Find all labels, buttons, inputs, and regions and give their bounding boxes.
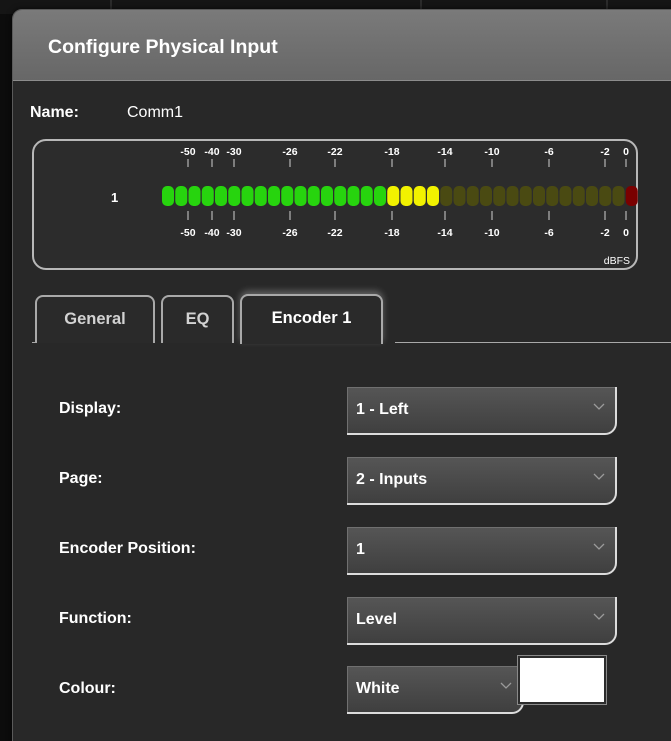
meter-segment (493, 186, 506, 206)
meter-segment (387, 186, 400, 206)
meter-segment (625, 186, 638, 206)
tab-general-label: General (64, 310, 126, 328)
level-meter: 1 dBFS -50 -50 -40 -40 -30 -30 -26 -26 -22 -22 -18… (32, 139, 638, 270)
meter-segment (254, 186, 267, 206)
meter-segment (201, 186, 214, 206)
function-value: Level (356, 611, 397, 628)
meter-scale-label: -22 (327, 146, 342, 158)
meter-segment (586, 186, 598, 206)
meter-segment (506, 186, 519, 206)
meter-segment (612, 186, 625, 206)
meter-scale-label: 0 (623, 146, 629, 158)
meter-scale-label: -22 (327, 227, 342, 239)
meter-segment (440, 186, 453, 206)
meter-scale-label: -6 (544, 227, 553, 239)
tab-eq-label: EQ (185, 310, 210, 328)
meter-segment (400, 186, 413, 206)
meter-scale-label: -30 (226, 146, 241, 158)
display-dropdown[interactable]: 1 - Left (347, 387, 617, 435)
display-value: 1 - Left (356, 401, 409, 418)
meter-scale-label: -14 (437, 227, 452, 239)
function-label: Function: (59, 610, 132, 627)
meter-segment (241, 186, 254, 206)
meter-unit-label: dBFS (604, 255, 630, 267)
meter-segment (188, 186, 201, 206)
meter-segment (427, 186, 439, 206)
meter-scale-label: -2 (600, 227, 609, 239)
colour-value: White (356, 680, 400, 697)
colour-dropdown[interactable]: White (347, 666, 524, 714)
meter-scale-label: -10 (484, 146, 499, 158)
tab-divider-line (32, 342, 37, 343)
meter-scale-label: -10 (484, 227, 499, 239)
page-dropdown[interactable]: 2 - Inputs (347, 457, 617, 505)
name-label: Name: (30, 104, 79, 121)
tab-general[interactable]: General (35, 295, 155, 343)
meter-segment (533, 186, 545, 206)
meter-scale-label: -6 (544, 146, 553, 158)
page-value: 2 - Inputs (356, 471, 428, 488)
chevron-down-icon (500, 682, 512, 689)
tab-divider-line (395, 342, 671, 343)
chevron-down-icon (593, 403, 605, 410)
meter-segment (268, 186, 280, 206)
meter-segment (546, 186, 559, 206)
colour-swatch[interactable] (517, 655, 607, 705)
meter-segment (466, 186, 479, 206)
encoder-position-value: 1 (356, 541, 365, 558)
meter-scale-label: -18 (384, 146, 399, 158)
meter-segment (374, 186, 386, 206)
meter-scale-label: -18 (384, 227, 399, 239)
chevron-down-icon (593, 473, 605, 480)
meter-segment (599, 186, 612, 206)
display-label: Display: (59, 400, 122, 417)
dialog-title: Configure Physical Input (48, 36, 278, 58)
meter-segment (413, 186, 426, 206)
meter-segment (334, 186, 347, 206)
meter-segment (281, 186, 294, 206)
meter-segment (559, 186, 572, 206)
meter-segment (294, 186, 307, 206)
meter-scale-label: -26 (282, 146, 297, 158)
meter-segment (215, 186, 227, 206)
meter-scale-label: 0 (623, 227, 629, 239)
meter-scale-label: -2 (600, 146, 609, 158)
name-value: Comm1 (127, 104, 184, 121)
tab-encoder-1[interactable]: Encoder 1 (240, 294, 383, 344)
meter-segment (175, 186, 188, 206)
meter-segment (307, 186, 320, 206)
meter-scale-label: -14 (437, 146, 452, 158)
meter-scale-label: -50 (180, 227, 195, 239)
colour-label: Colour: (59, 680, 116, 697)
chevron-down-icon (593, 543, 605, 550)
chevron-down-icon (593, 613, 605, 620)
function-dropdown[interactable]: Level (347, 597, 617, 645)
screen: Configure Physical Input Name: Comm1 1 d… (0, 0, 671, 741)
page-label: Page: (59, 470, 103, 487)
meter-scale-label: -40 (204, 227, 219, 239)
meter-segment (162, 186, 174, 206)
meter-segment (572, 186, 585, 206)
meter-segment (453, 186, 466, 206)
encoder-position-label: Encoder Position: (59, 540, 196, 557)
tab-encoder-1-label: Encoder 1 (271, 309, 352, 327)
meter-segment (360, 186, 373, 206)
dialog-titlebar[interactable]: Configure Physical Input (13, 10, 671, 81)
meter-scale-label: -30 (226, 227, 241, 239)
tab-eq[interactable]: EQ (161, 295, 234, 343)
meter-segment (347, 186, 360, 206)
meter-segment (519, 186, 532, 206)
encoder-position-dropdown[interactable]: 1 (347, 527, 617, 575)
meter-scale-label: -26 (282, 227, 297, 239)
level-meter-graphic: 1 dBFS -50 -50 -40 -40 -30 -30 -26 -26 -22 -22 -18… (111, 146, 638, 267)
meter-segment (321, 186, 333, 206)
meter-segment (480, 186, 492, 206)
meter-scale-label: -50 (180, 146, 195, 158)
meter-channel-label: 1 (111, 190, 118, 205)
meter-segment (228, 186, 241, 206)
meter-scale-label: -40 (204, 146, 219, 158)
